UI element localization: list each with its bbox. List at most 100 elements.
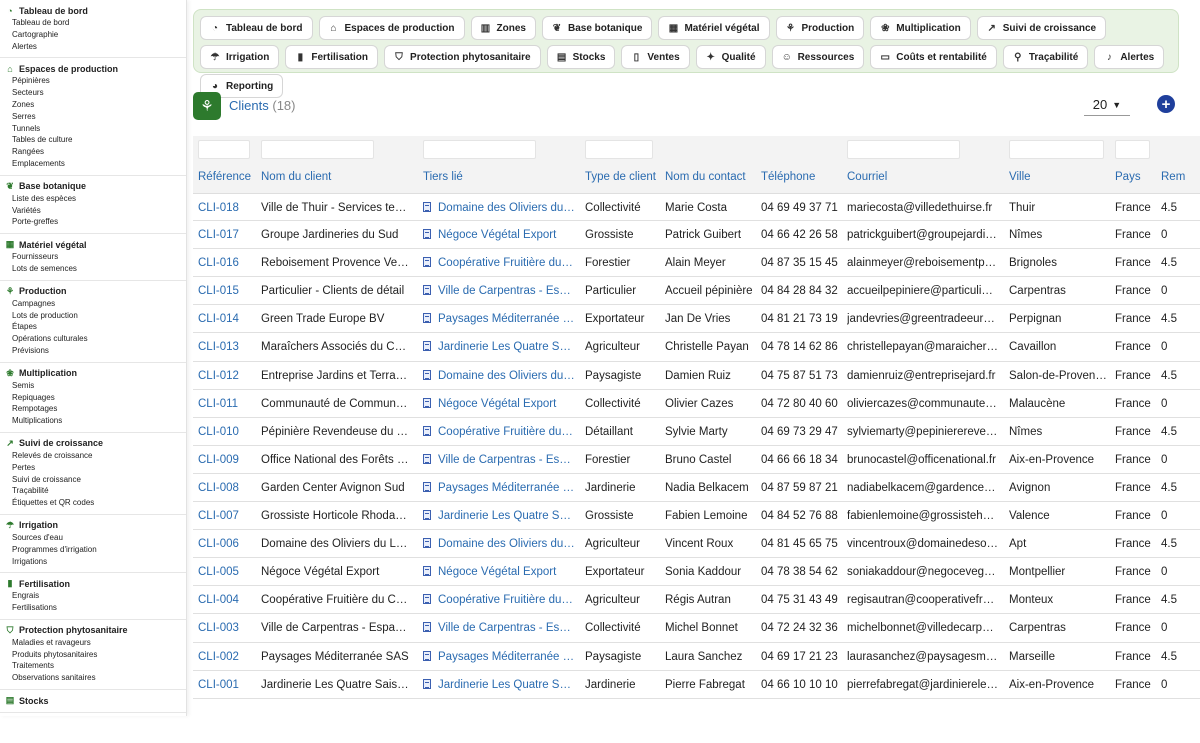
sidebar-item[interactable]: Produits phytosanitaires bbox=[0, 649, 186, 661]
table-row[interactable]: CLI-016 Reboisement Provence Verte Coopéra… bbox=[193, 249, 1200, 278]
sidebar-item[interactable]: Traitements bbox=[0, 660, 186, 672]
sidebar-item[interactable]: Alertes bbox=[0, 41, 186, 53]
column-header[interactable]: Pays bbox=[1115, 171, 1141, 183]
client-reference-link[interactable]: CLI-004 bbox=[198, 594, 254, 606]
sidebar-section-header[interactable]: ☂ Irrigation bbox=[0, 519, 186, 532]
nav-button[interactable]: ⚘ Production bbox=[775, 16, 865, 40]
client-reference-link[interactable]: CLI-016 bbox=[198, 257, 254, 269]
sidebar-item[interactable]: Variétés bbox=[0, 205, 186, 217]
sidebar-section-header[interactable]: ▦ Matériel végétal bbox=[0, 238, 186, 251]
table-row[interactable]: CLI-009 Office National des Forêts - … Vil… bbox=[193, 446, 1200, 474]
sidebar-section-header[interactable]: ⛉ Protection phytosanitaire bbox=[0, 624, 186, 637]
linked-third-party-link[interactable]: Paysages Méditerranée … bbox=[423, 481, 576, 494]
linked-third-party-link[interactable]: Négoce Végétal Export bbox=[423, 397, 576, 410]
client-reference-link[interactable]: CLI-017 bbox=[198, 229, 254, 241]
client-reference-link[interactable]: CLI-001 bbox=[198, 679, 254, 691]
nav-button[interactable]: ☂ Irrigation bbox=[200, 45, 280, 69]
sidebar-item[interactable]: Lots de production bbox=[0, 310, 186, 322]
linked-third-party-link[interactable]: Ville de Carpentras - Esp… bbox=[423, 622, 576, 634]
table-row[interactable]: CLI-013 Maraîchers Associés du Co… Jardine… bbox=[193, 333, 1200, 362]
client-reference-link[interactable]: CLI-002 bbox=[198, 651, 254, 663]
sidebar-section-header[interactable]: ▮ Fertilisation bbox=[0, 577, 186, 590]
linked-third-party-link[interactable]: Négoce Végétal Export bbox=[423, 566, 576, 578]
sidebar-item[interactable]: Secteurs bbox=[0, 87, 186, 99]
table-row[interactable]: CLI-005 Négoce Végétal Export Négoce Végét… bbox=[193, 558, 1200, 587]
sidebar-section-header[interactable]: ❦ Base botanique bbox=[0, 180, 186, 193]
table-row[interactable]: CLI-018 Ville de Thuir - Services tec… Dom… bbox=[193, 193, 1200, 222]
table-row[interactable]: CLI-010 Pépinière Revendeuse du G… Coopéra… bbox=[193, 418, 1200, 446]
client-reference-link[interactable]: CLI-014 bbox=[198, 313, 254, 325]
client-reference-link[interactable]: CLI-008 bbox=[198, 482, 254, 494]
client-reference-link[interactable]: CLI-015 bbox=[198, 285, 254, 297]
nav-button[interactable]: ▭ Coûts et rentabilité bbox=[870, 45, 997, 69]
sidebar-item[interactable]: Rangées bbox=[0, 146, 186, 158]
column-header[interactable]: Type de client bbox=[585, 171, 656, 183]
column-header[interactable]: Nom du client bbox=[261, 171, 331, 183]
column-filter-input[interactable] bbox=[423, 140, 536, 159]
add-client-button[interactable]: + bbox=[1157, 95, 1175, 113]
sidebar-item[interactable]: Suivi de croissance bbox=[0, 474, 186, 486]
client-reference-link[interactable]: CLI-003 bbox=[198, 622, 254, 634]
sidebar-section-header[interactable]: ↗ Suivi de croissance bbox=[0, 437, 186, 450]
column-header[interactable]: Référence bbox=[198, 171, 251, 183]
linked-third-party-link[interactable]: Domaine des Oliviers du… bbox=[423, 369, 576, 382]
sidebar-item[interactable]: Liste des espèces bbox=[0, 193, 186, 205]
sidebar-item[interactable]: Fournisseurs bbox=[0, 251, 186, 263]
linked-third-party-link[interactable]: Jardinerie Les Quatre S… bbox=[423, 678, 576, 691]
sidebar-item[interactable]: Cartographie bbox=[0, 29, 186, 41]
page-size-select[interactable]: 20 ▼ bbox=[1084, 94, 1130, 116]
sidebar-section-header[interactable]: ▤ Stocks bbox=[0, 694, 186, 707]
column-header[interactable]: Rem bbox=[1161, 171, 1185, 183]
table-row[interactable]: CLI-003 Ville de Carpentras - Espac… Ville… bbox=[193, 614, 1200, 643]
sidebar-item[interactable]: Rempotages bbox=[0, 403, 186, 415]
client-reference-link[interactable]: CLI-005 bbox=[198, 566, 254, 578]
nav-button[interactable]: ◔ Tableau de bord bbox=[200, 16, 313, 40]
client-reference-link[interactable]: CLI-012 bbox=[198, 370, 254, 382]
client-reference-link[interactable]: CLI-013 bbox=[198, 341, 254, 353]
nav-button[interactable]: ❦ Base botanique bbox=[541, 16, 653, 40]
client-reference-link[interactable]: CLI-011 bbox=[198, 398, 254, 410]
table-row[interactable]: CLI-015 Particulier - Clients de détail Vi… bbox=[193, 277, 1200, 306]
sidebar-section-header[interactable]: ⚘ Production bbox=[0, 285, 186, 298]
table-row[interactable]: CLI-014 Green Trade Europe BV Paysages Méd… bbox=[193, 305, 1200, 334]
table-row[interactable]: CLI-008 Garden Center Avignon Sud Paysages… bbox=[193, 474, 1200, 503]
sidebar-item[interactable]: Programmes d'irrigation bbox=[0, 544, 186, 556]
sidebar-item[interactable]: Prévisions bbox=[0, 345, 186, 357]
sidebar-item[interactable]: Étapes bbox=[0, 321, 186, 333]
nav-button[interactable]: ♪ Alertes bbox=[1094, 45, 1165, 69]
nav-button[interactable]: ⌂ Espaces de production bbox=[318, 16, 465, 40]
sidebar-item[interactable]: Opérations culturales bbox=[0, 333, 186, 345]
column-filter-input[interactable] bbox=[261, 140, 374, 159]
column-filter-input[interactable] bbox=[585, 140, 653, 159]
sidebar-item[interactable]: Irrigations bbox=[0, 556, 186, 568]
nav-button[interactable]: ⛉ Protection phytosanitaire bbox=[384, 45, 541, 69]
nav-button[interactable]: ▤ Stocks bbox=[546, 45, 616, 69]
sidebar-section-header[interactable]: ◔ Tableau de bord bbox=[0, 4, 186, 17]
sidebar-item[interactable]: Étiquettes et QR codes bbox=[0, 497, 186, 509]
column-filter-input[interactable] bbox=[1009, 140, 1104, 159]
sidebar-item[interactable]: Engrais bbox=[0, 590, 186, 602]
column-filter-input[interactable] bbox=[1115, 140, 1150, 159]
linked-third-party-link[interactable]: Domaine des Oliviers du… bbox=[423, 202, 576, 214]
nav-button[interactable]: ▦ Matériel végétal bbox=[658, 16, 770, 40]
sidebar-item[interactable]: Multiplications bbox=[0, 415, 186, 427]
nav-button[interactable]: ▮ Fertilisation bbox=[285, 45, 379, 69]
client-reference-link[interactable]: CLI-009 bbox=[198, 454, 254, 466]
linked-third-party-link[interactable]: Paysages Méditerranée … bbox=[423, 650, 576, 663]
nav-button[interactable]: ❀ Multiplication bbox=[870, 16, 971, 40]
linked-third-party-link[interactable]: Paysages Méditerranée … bbox=[423, 313, 576, 325]
sidebar-item[interactable]: Campagnes bbox=[0, 298, 186, 310]
linked-third-party-link[interactable]: Coopérative Fruitière du … bbox=[423, 257, 576, 269]
sidebar-item[interactable]: Maladies et ravageurs bbox=[0, 637, 186, 649]
linked-third-party-link[interactable]: Coopérative Fruitière du … bbox=[423, 594, 576, 606]
sidebar-item[interactable]: Zones bbox=[0, 99, 186, 111]
sidebar-item[interactable]: Porte-greffes bbox=[0, 216, 186, 228]
table-row[interactable]: CLI-004 Coopérative Fruitière du Co… Coopé… bbox=[193, 586, 1200, 615]
sidebar-item[interactable]: Traçabilité bbox=[0, 485, 186, 497]
client-reference-link[interactable]: CLI-006 bbox=[198, 538, 254, 550]
sidebar-item[interactable]: Pépinières bbox=[0, 75, 186, 87]
table-row[interactable]: CLI-011 Communauté de Commune… Négoce Végé… bbox=[193, 390, 1200, 418]
sidebar-item[interactable]: Repiquages bbox=[0, 392, 186, 404]
sidebar-section-header[interactable]: ❀ Multiplication bbox=[0, 367, 186, 380]
sidebar-item[interactable]: Pertes bbox=[0, 462, 186, 474]
